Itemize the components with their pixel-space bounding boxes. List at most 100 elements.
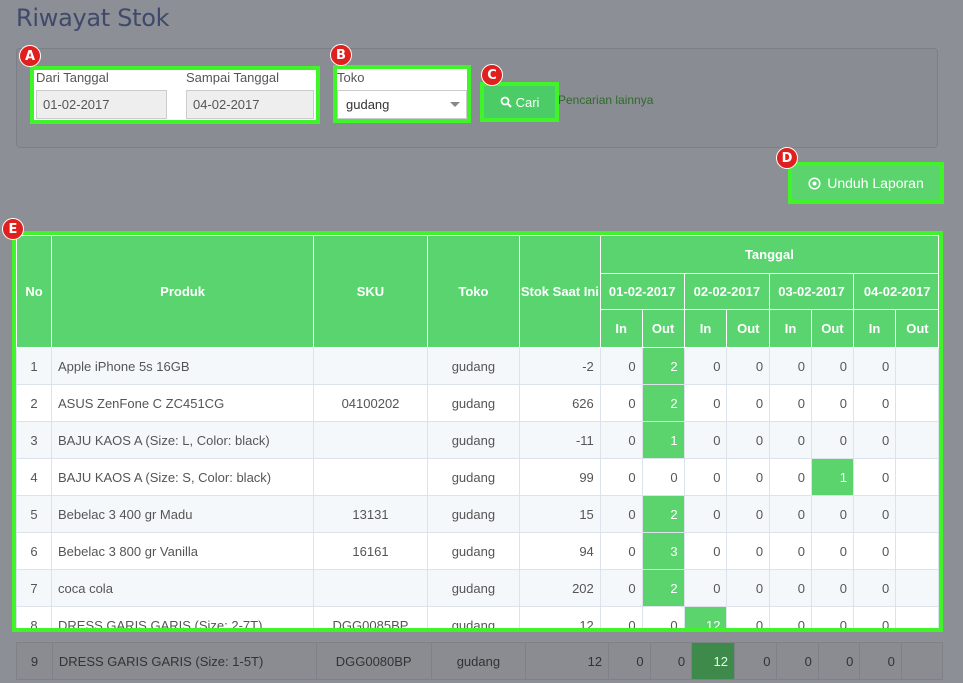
table-row: 9 DRESS GARIS GARIS (Size: 1-5T) DGG0080BP… <box>16 642 943 680</box>
cell-in: 0 <box>599 384 643 422</box>
cell-out: 2 <box>641 569 685 607</box>
cell-stok: 99 <box>518 458 601 496</box>
cell-in: 0 <box>769 495 812 533</box>
cell-stok: 12 <box>518 606 601 628</box>
cell-toko: gudang <box>426 347 520 385</box>
toko-select[interactable]: gudang <box>337 90 467 119</box>
cell-out <box>895 384 939 422</box>
cell-out <box>895 606 939 628</box>
cell-in: 0 <box>608 642 651 680</box>
cell-out: 0 <box>810 384 854 422</box>
cell-out: 0 <box>726 495 771 533</box>
header-no: No <box>16 235 52 348</box>
cell-toko: gudang <box>426 532 520 570</box>
cari-button-label: Cari <box>515 94 540 110</box>
cell-out: 1 <box>641 421 685 459</box>
cell-produk: BAJU KAOS A (Size: S, Color: black) <box>50 458 315 496</box>
cell-stok: 15 <box>518 495 601 533</box>
header-date-3: 03-02-2017 <box>769 273 854 310</box>
cell-in: 0 <box>599 532 643 570</box>
unduh-laporan-button[interactable]: Unduh Laporan <box>788 162 944 204</box>
pencarian-lainnya-link[interactable]: Pencarian lainnya <box>558 93 653 107</box>
cell-in: 0 <box>852 495 897 533</box>
cell-sku: DGG0080BP <box>315 642 432 680</box>
header-date-2: 02-02-2017 <box>683 273 771 310</box>
cell-in: 0 <box>683 384 728 422</box>
cell-out: 2 <box>641 495 685 533</box>
cell-stok: -11 <box>518 421 601 459</box>
table-row: 8 DRESS GARIS GARIS (Size: 2-7T) DGG0085BP… <box>16 606 939 628</box>
header-date-1: 01-02-2017 <box>599 273 685 310</box>
table-row: 7 coca cola gudang 202 0 2 0 0 0 0 0 <box>16 569 939 607</box>
table-row: 1 Apple iPhone 5s 16GB gudang -2 0 2 0 0 0 0 0 <box>16 347 939 385</box>
cell-in: 0 <box>769 532 812 570</box>
table-row: 2 ASUS ZenFone C ZC451CG 04100202 gudang 626… <box>16 384 939 422</box>
marker-e: E <box>2 218 24 240</box>
cell-sku: DGG0085BP <box>313 606 428 628</box>
cell-in: 0 <box>599 606 643 628</box>
cell-in: 0 <box>859 642 902 680</box>
table-row: 4 BAJU KAOS A (Size: S, Color: black) guda… <box>16 458 939 496</box>
cell-out: 0 <box>817 642 861 680</box>
cell-no: 9 <box>16 642 53 680</box>
cell-out <box>895 532 939 570</box>
cell-no: 4 <box>16 458 52 496</box>
cell-no: 2 <box>16 384 52 422</box>
cell-in: 0 <box>769 384 812 422</box>
table-row: 6 Bebelac 3 800 gr Vanilla 16161 gudang 94 0 3… <box>16 532 939 570</box>
header-tanggal: Tanggal <box>599 235 939 274</box>
header-produk: Produk <box>50 235 315 348</box>
sampai-tanggal-label: Sampai Tanggal <box>186 70 279 85</box>
marker-b: B <box>330 44 352 66</box>
cell-toko: gudang <box>426 458 520 496</box>
cell-in: 0 <box>776 642 819 680</box>
stock-history-table: No Produk SKU Toko Stok Saat Ini Tanggal… <box>12 231 943 632</box>
cell-in: 0 <box>683 569 728 607</box>
cell-in: 0 <box>852 569 897 607</box>
header-sku: SKU <box>313 235 428 348</box>
cell-produk: BAJU KAOS A (Size: L, Color: black) <box>50 421 315 459</box>
header-stok-saat-ini: Stok Saat Ini <box>518 235 601 348</box>
cell-sku: 04100202 <box>313 384 428 422</box>
cell-out: 0 <box>726 384 771 422</box>
cell-in: 0 <box>599 569 643 607</box>
cell-no: 5 <box>16 495 52 533</box>
cell-sku <box>313 347 428 385</box>
cell-produk: DRESS GARIS GARIS (Size: 2-7T) <box>50 606 315 628</box>
cell-stok: 94 <box>518 532 601 570</box>
cell-in: 0 <box>599 347 643 385</box>
cell-sku: 16161 <box>313 532 428 570</box>
toko-select-value: gudang <box>346 97 390 112</box>
cell-produk: coca cola <box>50 569 315 607</box>
header-date-4: 04-02-2017 <box>852 273 939 310</box>
cell-out <box>895 495 939 533</box>
header-out: Out <box>895 309 939 348</box>
cell-out: 2 <box>641 384 685 422</box>
cell-in: 0 <box>599 421 643 459</box>
cell-in: 0 <box>683 421 728 459</box>
cell-in: 0 <box>769 569 812 607</box>
cell-toko: gudang <box>430 642 527 680</box>
cell-produk: Bebelac 3 400 gr Madu <box>50 495 315 533</box>
unduh-laporan-label: Unduh Laporan <box>827 175 924 191</box>
cell-toko: gudang <box>426 421 520 459</box>
cell-out: 0 <box>641 606 685 628</box>
header-in: In <box>683 309 728 348</box>
dari-tanggal-input[interactable]: 01-02-2017 <box>36 90 167 119</box>
cell-sku: 13131 <box>313 495 428 533</box>
cell-no: 3 <box>16 421 52 459</box>
cell-toko: gudang <box>426 606 520 628</box>
cari-button[interactable]: Cari <box>480 82 559 122</box>
toko-label: Toko <box>337 70 365 85</box>
cell-out: 0 <box>726 458 771 496</box>
header-in: In <box>769 309 812 348</box>
cell-out: 0 <box>810 495 854 533</box>
search-icon <box>500 96 512 108</box>
cell-out <box>895 421 939 459</box>
cell-out: 0 <box>733 642 778 680</box>
header-in: In <box>599 309 643 348</box>
sampai-tanggal-input[interactable]: 04-02-2017 <box>186 90 314 119</box>
cell-in: 0 <box>852 458 897 496</box>
cell-toko: gudang <box>426 384 520 422</box>
cell-stok: 12 <box>525 642 610 680</box>
